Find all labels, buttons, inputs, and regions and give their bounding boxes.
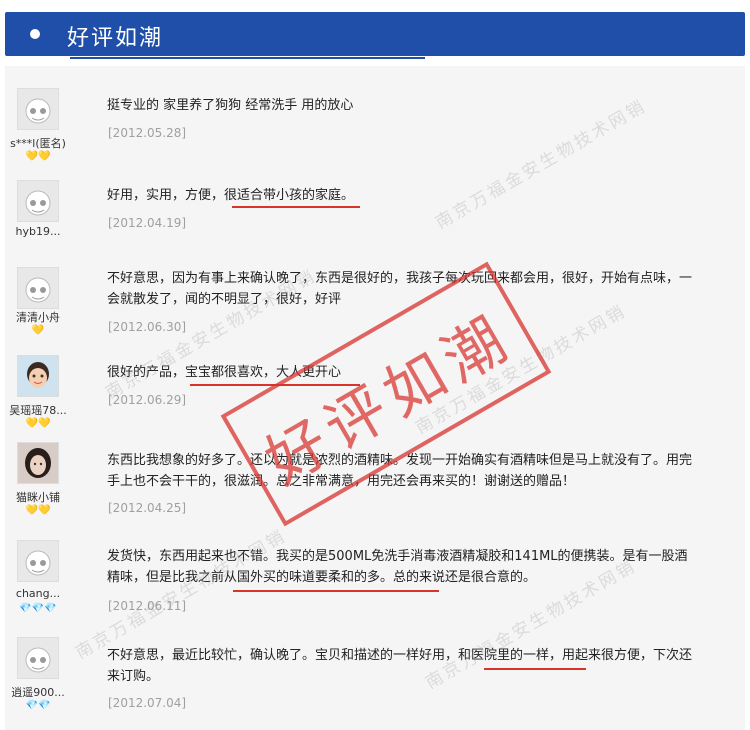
section-header: 好评如潮 <box>5 12 745 56</box>
username[interactable]: 猫眯小铺 <box>0 489 76 505</box>
review-date: [2012.06.11] <box>108 599 187 613</box>
red-diamond-badge-icon: 💎💎💎 <box>19 603 57 614</box>
username[interactable]: hyb19... <box>0 225 76 238</box>
review-text: 东西比我想象的好多了。还以为就是浓烈的酒精味。发现一开始确实有酒精味但是马上就没… <box>107 453 693 489</box>
review-text: 挺专业的 家里养了狗狗 经常洗手 用的放心 <box>107 98 354 113</box>
section-title: 好评如潮 <box>67 26 164 51</box>
gold-badge-icon: 💛💛 <box>25 151 51 162</box>
default-avatar-icon <box>17 88 59 130</box>
review-date: [2012.04.25] <box>108 501 187 515</box>
review-date: [2012.06.30] <box>108 320 187 334</box>
default-avatar-icon <box>17 267 59 309</box>
username[interactable]: chang... <box>0 587 76 600</box>
review-text: 好用，实用，方便，很适合带小孩的家庭。 <box>107 188 355 203</box>
highlight-underline <box>484 668 586 670</box>
highlight-underline <box>232 206 360 208</box>
review-date: [2012.05.28] <box>108 126 187 140</box>
review-date: [2012.06.29] <box>108 393 187 407</box>
review-date: [2012.04.19] <box>108 216 187 230</box>
highlight-underline <box>190 384 360 386</box>
default-avatar-icon <box>17 637 59 679</box>
red-diamond-badge-icon: 💎💎 <box>25 700 51 711</box>
bullet-icon <box>30 29 40 39</box>
default-avatar-icon <box>17 180 59 222</box>
username[interactable]: 吴瑶瑶78... <box>0 402 76 418</box>
review-date: [2012.07.04] <box>108 696 187 710</box>
username[interactable]: 逍遥900... <box>0 684 76 700</box>
user-photo-avatar <box>17 442 59 484</box>
username[interactable]: 清清小舟 <box>0 309 76 325</box>
review-text: 很好的产品，宝宝都很喜欢，大人更开心 <box>107 365 342 380</box>
review-text: 不好意思，最近比较忙，确认晚了。宝贝和描述的一样好用，和医院里的一样，用起来很方… <box>107 648 693 684</box>
default-avatar-icon <box>17 540 59 582</box>
user-photo-avatar <box>17 355 59 397</box>
review-text: 不好意思，因为有事上来确认晚了，东西是很好的，我孩子每次玩回来都会用，很好，开始… <box>107 271 693 307</box>
highlight-underline <box>233 590 439 592</box>
gold-badge-icon: 💛💛 <box>25 505 51 516</box>
username[interactable]: s***l(匿名) <box>0 135 76 151</box>
review-text: 发货快，东西用起来也不错。我买的是500ML免洗手消毒液酒精凝胶和141ML的便… <box>107 549 688 585</box>
gold-badge-icon: 💛💛 <box>25 418 51 429</box>
header-underline <box>70 57 425 59</box>
gold-badge-icon: 💛 <box>31 325 45 336</box>
